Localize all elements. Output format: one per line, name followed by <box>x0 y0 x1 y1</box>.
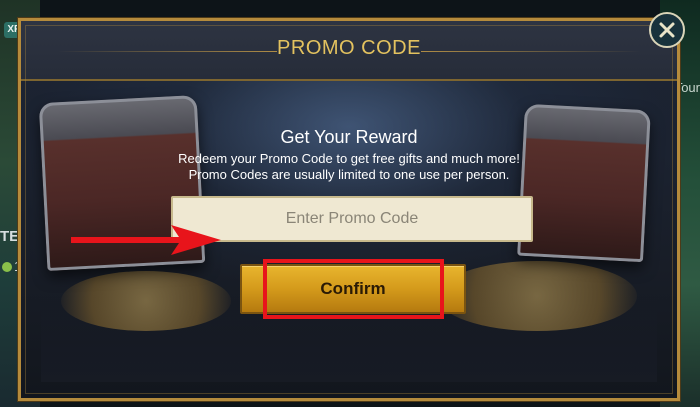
promo-code-input[interactable] <box>171 196 533 242</box>
dialog-title: PROMO CODE <box>277 37 421 59</box>
close-icon <box>659 22 675 38</box>
gold-coins-pile-left <box>61 271 231 331</box>
title-ornament-right <box>421 51 641 52</box>
close-button[interactable] <box>649 12 685 48</box>
gold-coins-pile-right <box>437 261 637 331</box>
reward-description-line-2: Promo Codes are usually limited to one u… <box>188 167 510 182</box>
reward-heading: Get Your Reward <box>280 127 418 147</box>
reward-description-line-1: Redeem your Promo Code to get free gifts… <box>178 151 520 166</box>
confirm-highlight-annotation <box>263 259 444 319</box>
dialog-header: PROMO CODE <box>21 21 677 81</box>
arrow-right-icon <box>71 225 221 255</box>
promo-code-dialog: PROMO CODE Get Your Reward Redeem your P… <box>17 17 681 402</box>
